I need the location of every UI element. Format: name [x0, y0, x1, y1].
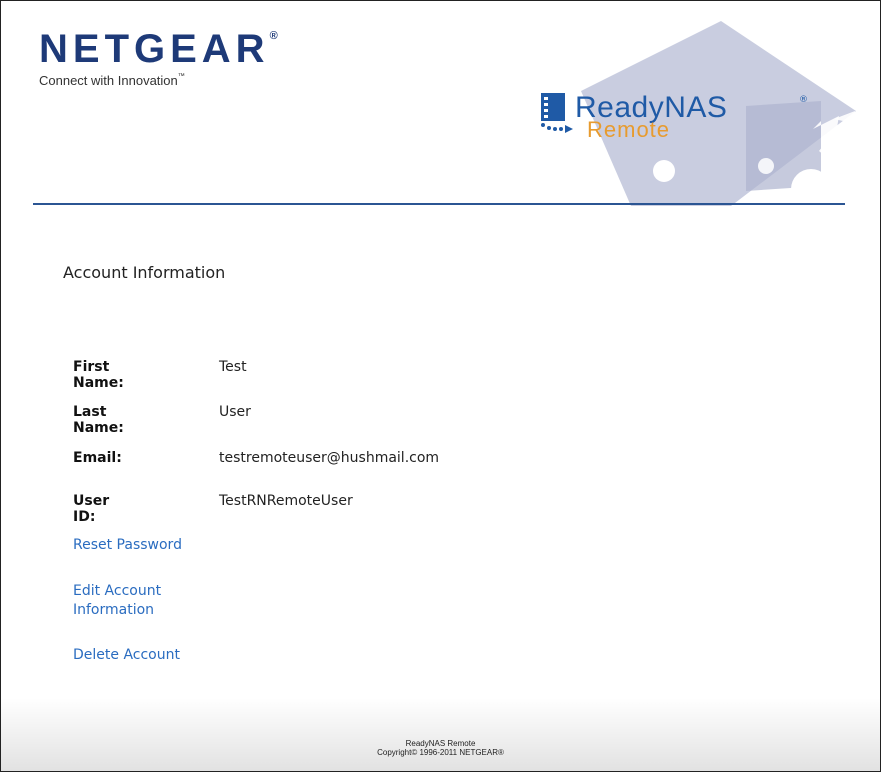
first-name-label: First Name: — [73, 359, 124, 391]
footer-product-name: ReadyNAS Remote — [405, 739, 476, 748]
page-title: Account Information — [63, 263, 226, 282]
tagline: Connect with Innovation™ — [39, 73, 185, 88]
footer-text: ReadyNAS Remote Copyright© 1996-2011 NET… — [1, 739, 880, 757]
netgear-logo-text: NETGEAR — [39, 27, 270, 71]
remote-wordmark: Remote — [587, 117, 671, 142]
delete-account-link[interactable]: Delete Account — [73, 646, 180, 665]
last-name-value: User — [219, 404, 251, 420]
netgear-logo: NETGEAR® — [39, 29, 278, 69]
header: NETGEAR® Connect with Innovation™ ReadyN… — [1, 1, 880, 206]
registered-mark: ® — [269, 30, 278, 42]
trademark-mark: ™ — [177, 73, 185, 80]
user-id-label: User ID: — [73, 493, 110, 525]
product-registered-mark: ® — [799, 95, 808, 105]
tagline-text: Connect with Innovation — [39, 73, 178, 88]
edit-account-link[interactable]: Edit Account Information — [73, 582, 161, 620]
first-name-value: Test — [219, 359, 247, 375]
readynas-remote-logo: ReadyNAS ® Remote — [537, 91, 837, 143]
readynas-device-icon — [541, 93, 573, 133]
footer — [1, 698, 880, 771]
user-id-value: TestRNRemoteUser — [219, 493, 353, 509]
edit-account-link-line2: Information — [73, 602, 155, 618]
footer-copyright: Copyright© 1996-2011 NETGEAR® — [377, 748, 504, 757]
reset-password-link[interactable]: Reset Password — [73, 536, 182, 555]
email-value: testremoteuser@hushmail.com — [219, 450, 440, 466]
edit-account-link-line1: Edit Account — [73, 583, 162, 599]
last-name-label: Last Name: — [73, 404, 124, 436]
email-label: Email: — [73, 450, 122, 466]
page-frame: NETGEAR® Connect with Innovation™ ReadyN… — [0, 0, 881, 772]
header-divider — [33, 203, 845, 205]
